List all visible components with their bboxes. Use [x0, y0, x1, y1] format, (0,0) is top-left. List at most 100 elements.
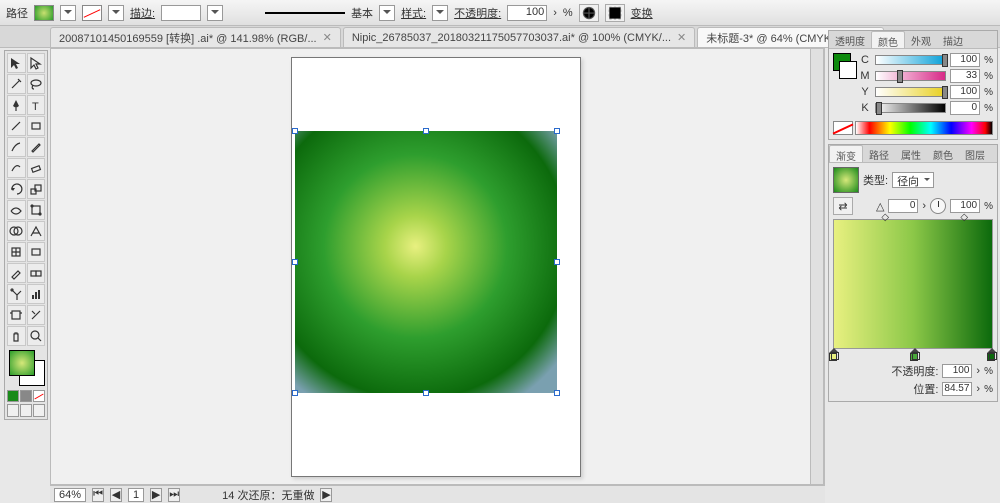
stroke-label[interactable]: 描边: [130, 5, 155, 21]
magic-wand-tool[interactable] [7, 74, 26, 94]
status-bar: 64% ⏮ ◀ 1 ▶ ⏭ 14 次还原：无重做 ▶ [50, 485, 825, 503]
nav-next-icon[interactable]: ▶ [150, 488, 162, 502]
tab-color2[interactable]: 颜色 [927, 145, 959, 162]
tab-gradient[interactable]: 渐变 [829, 145, 863, 162]
stroke-preview [265, 12, 345, 14]
tab-appearance[interactable]: 外观 [905, 31, 937, 48]
nav-first-icon[interactable]: ⏮ [92, 488, 104, 502]
c-slider[interactable] [875, 55, 946, 65]
reverse-icon[interactable]: ⇄ [833, 197, 853, 215]
status-menu-icon[interactable]: ▶ [320, 488, 332, 502]
fill-color[interactable] [9, 350, 35, 376]
k-slider[interactable] [875, 103, 946, 113]
width-tool[interactable] [7, 200, 26, 220]
zoom-input[interactable]: 64% [54, 488, 86, 502]
vertical-scrollbar[interactable] [810, 48, 824, 485]
close-icon[interactable]: ✕ [323, 31, 332, 44]
color-mode-icon[interactable] [7, 390, 19, 402]
stop-opacity-label: 不透明度: [891, 363, 938, 379]
nav-last-icon[interactable]: ⏭ [168, 488, 180, 502]
nav-prev-icon[interactable]: ◀ [110, 488, 122, 502]
rectangle-tool[interactable] [27, 116, 46, 136]
arrow-down-icon[interactable]: › [553, 7, 557, 19]
pen-tool[interactable] [7, 95, 26, 115]
type-tool[interactable]: T [27, 95, 46, 115]
ratio-input[interactable]: 100 [950, 199, 980, 213]
angle-input[interactable]: 0 [888, 199, 918, 213]
align-icon[interactable] [605, 4, 625, 22]
paintbrush-tool[interactable] [7, 137, 26, 157]
stroke-dropdown[interactable] [108, 5, 124, 21]
k-input[interactable]: 0 [950, 101, 980, 115]
line-tool[interactable] [7, 116, 26, 136]
selected-object[interactable] [295, 131, 557, 393]
none-color-icon[interactable] [833, 121, 853, 135]
close-icon[interactable]: ✕ [677, 31, 686, 44]
doc-tab-0[interactable]: 20087101450169559 [转换] .ai* @ 141.98% (R… [50, 27, 341, 47]
canvas-area[interactable] [50, 48, 825, 485]
lasso-tool[interactable] [27, 74, 46, 94]
color-panel: 透明度 颜色 外观 描边 C100% M33% Y100% K0% [828, 30, 998, 140]
opacity-label[interactable]: 不透明度: [454, 5, 501, 21]
stop-position-input[interactable]: 84.57 [942, 382, 972, 396]
stroke-preview[interactable] [839, 61, 857, 79]
transform-label[interactable]: 变换 [631, 5, 653, 21]
perspective-grid-tool[interactable] [27, 221, 46, 241]
blob-brush-tool[interactable] [7, 158, 26, 178]
opacity-input[interactable]: 100 [507, 5, 547, 21]
style-label[interactable]: 样式: [401, 5, 426, 21]
draw-inside-icon[interactable] [33, 404, 45, 417]
mesh-tool[interactable] [7, 242, 26, 262]
tab-layers[interactable]: 图层 [959, 145, 991, 162]
selection-tool[interactable] [7, 53, 26, 73]
gradient-mode-icon[interactable] [20, 390, 32, 402]
brush-label: 基本 [351, 5, 373, 21]
recolor-icon[interactable] [579, 4, 599, 22]
fill-dropdown[interactable] [60, 5, 76, 21]
none-mode-icon[interactable] [33, 390, 45, 402]
spectrum-picker[interactable] [855, 121, 993, 135]
stroke-swatch[interactable] [82, 5, 102, 21]
artboard-tool[interactable] [7, 305, 26, 325]
gradient-preview[interactable] [833, 167, 859, 193]
y-input[interactable]: 100 [950, 85, 980, 99]
draw-normal-icon[interactable] [7, 404, 19, 417]
m-input[interactable]: 33 [950, 69, 980, 83]
page-input[interactable]: 1 [128, 488, 144, 502]
brush-dd[interactable] [379, 5, 395, 21]
stop-opacity-input[interactable]: 100 [942, 364, 972, 378]
rotate-tool[interactable] [7, 179, 26, 199]
eraser-tool[interactable] [27, 158, 46, 178]
m-slider[interactable] [875, 71, 946, 81]
hand-tool[interactable] [7, 326, 26, 346]
style-dd[interactable] [432, 5, 448, 21]
stroke-weight-input[interactable] [161, 5, 201, 21]
graph-tool[interactable] [27, 284, 46, 304]
tab-opacity[interactable]: 透明度 [829, 31, 871, 48]
tab-color[interactable]: 颜色 [871, 31, 905, 48]
gradient-type-select[interactable]: 径向 [892, 172, 934, 188]
fill-stroke-control[interactable] [7, 348, 47, 388]
gradient-editor[interactable]: ◇ ◇ [833, 219, 993, 349]
gradient-tool[interactable] [27, 242, 46, 262]
slice-tool[interactable] [27, 305, 46, 325]
shape-builder-tool[interactable] [7, 221, 26, 241]
fill-swatch[interactable] [34, 5, 54, 21]
doc-tab-1[interactable]: Nipic_26785037_20180321175057703037.ai* … [343, 27, 695, 47]
zoom-tool[interactable] [27, 326, 46, 346]
direct-selection-tool[interactable] [27, 53, 46, 73]
tab-pathfinder[interactable]: 路径 [863, 145, 895, 162]
free-transform-tool[interactable] [27, 200, 46, 220]
draw-behind-icon[interactable] [20, 404, 32, 417]
c-input[interactable]: 100 [950, 53, 980, 67]
symbol-sprayer-tool[interactable] [7, 284, 26, 304]
blend-tool[interactable] [27, 263, 46, 283]
scale-tool[interactable] [27, 179, 46, 199]
stroke-weight-dd[interactable] [207, 5, 223, 21]
tab-stroke[interactable]: 描边 [937, 31, 969, 48]
eyedropper-tool[interactable] [7, 263, 26, 283]
pencil-tool[interactable] [27, 137, 46, 157]
aspect-icon[interactable] [930, 198, 946, 214]
tab-attributes[interactable]: 属性 [895, 145, 927, 162]
y-slider[interactable] [875, 87, 946, 97]
